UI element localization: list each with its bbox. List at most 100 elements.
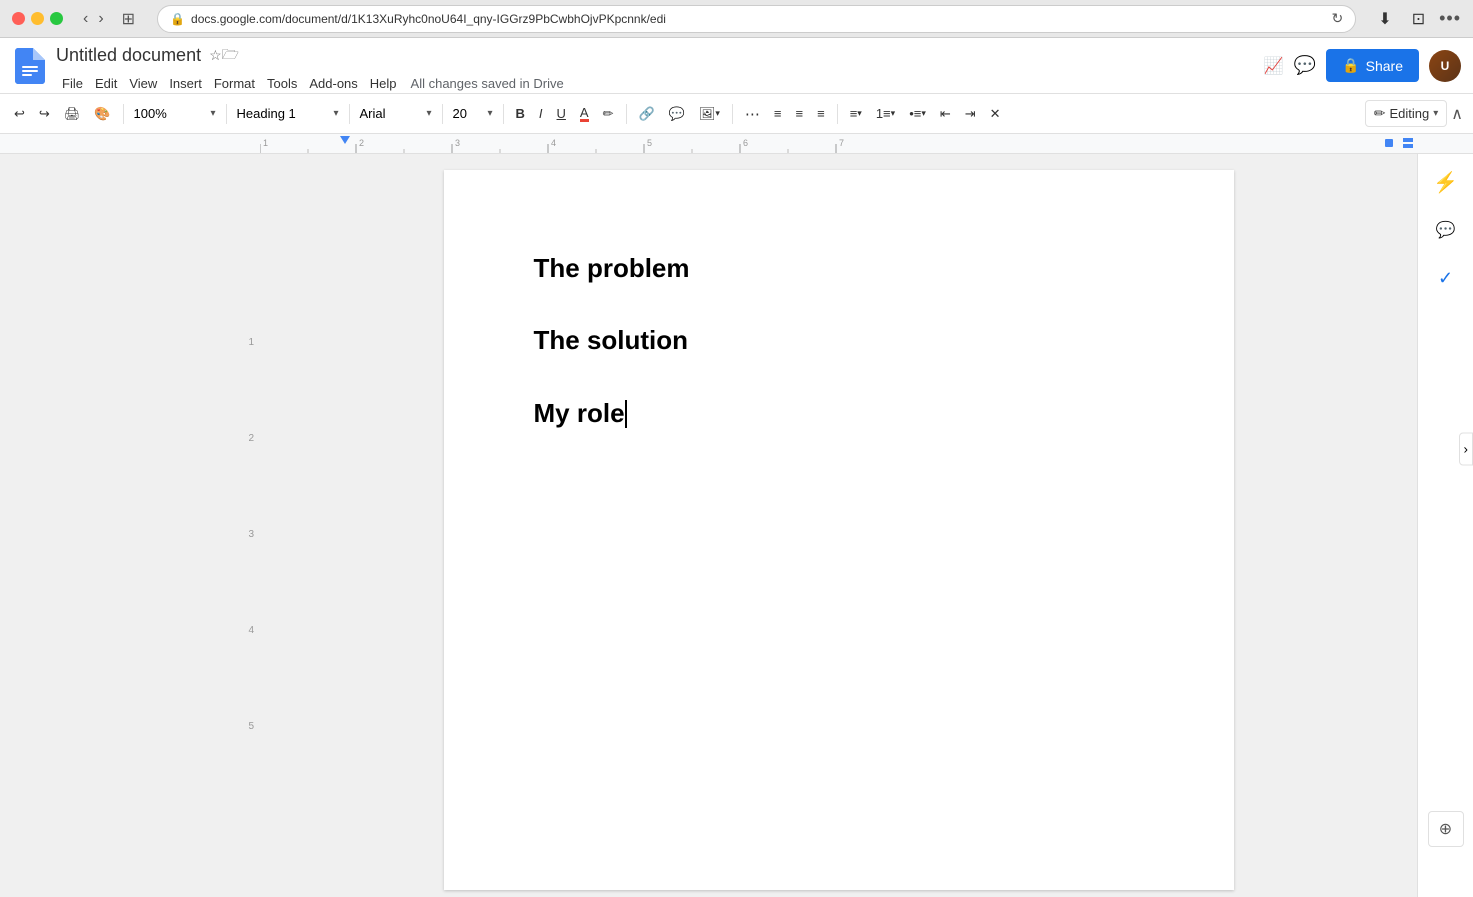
heading-the-solution[interactable]: The solution xyxy=(534,322,1144,358)
download-button[interactable]: ⬇ xyxy=(1372,5,1397,33)
align-right-button[interactable]: ≡ xyxy=(790,102,810,125)
insert-comment-button[interactable]: 💬 xyxy=(663,102,691,126)
align-justify-button[interactable]: ≡ xyxy=(811,102,831,125)
fullscreen-button[interactable]: ⊡ xyxy=(1406,5,1431,33)
list-unordered-button[interactable]: •≡▾ xyxy=(903,102,932,125)
add-panel-button[interactable]: ⊕ xyxy=(1428,811,1464,847)
separator-5 xyxy=(503,104,504,124)
list-ordered-button[interactable]: 1≡▾ xyxy=(870,102,901,125)
refresh-button[interactable]: ↻ xyxy=(1332,10,1344,27)
undo-button[interactable]: ↩ xyxy=(8,102,31,126)
align-left-button[interactable]: ⋯ xyxy=(739,101,766,127)
heading-the-problem[interactable]: The problem xyxy=(534,250,1144,286)
smart-canvas-icon: ⚡ xyxy=(1433,170,1458,195)
separator-3 xyxy=(349,104,350,124)
right-sidebar: ⚡ 💬 ✓ ⊕ xyxy=(1417,154,1473,897)
menu-file[interactable]: File xyxy=(56,74,89,93)
editing-mode-label: Editing xyxy=(1390,106,1430,121)
font-size-value: 20 xyxy=(453,106,467,121)
svg-text:1: 1 xyxy=(263,138,268,148)
activity-dashboard-button[interactable]: 📈 xyxy=(1264,56,1284,76)
docs-icon xyxy=(12,48,48,84)
clear-formatting-button[interactable]: ✕ xyxy=(984,102,1007,126)
align-center-button[interactable]: ≡ xyxy=(768,102,788,125)
folder-button[interactable]: 🗁 xyxy=(222,44,239,68)
zoom-dropdown-arrow: ▾ xyxy=(210,108,215,119)
menu-insert[interactable]: Insert xyxy=(163,74,208,93)
menu-edit[interactable]: Edit xyxy=(89,74,123,93)
insert-image-button[interactable]: 🖼▾ xyxy=(693,102,726,126)
text-color-button[interactable]: A xyxy=(574,102,595,126)
expand-panel[interactable]: › xyxy=(1459,432,1473,465)
separator-2 xyxy=(226,104,227,124)
forward-button[interactable]: › xyxy=(94,8,107,30)
url-text: docs.google.com/document/d/1K13XuRyhc0no… xyxy=(191,12,1326,26)
decrease-indent-button[interactable]: ⇤ xyxy=(934,102,957,126)
heading-dropdown-arrow: ▾ xyxy=(333,108,338,119)
underline-button[interactable]: U xyxy=(551,102,572,125)
check-side-button[interactable]: ✓ xyxy=(1426,258,1466,298)
editing-mode-selector[interactable]: ✏ Editing ▾ xyxy=(1365,100,1448,127)
menu-tools[interactable]: Tools xyxy=(261,74,303,93)
menu-help[interactable]: Help xyxy=(364,74,403,93)
font-value: Arial xyxy=(360,106,386,121)
toolbar: ↩ ↪ 🖨 🎨 100% ▾ Heading 1 ▾ Arial ▾ 20 ▾ … xyxy=(0,94,1473,134)
doc-title[interactable]: Untitled document xyxy=(56,45,201,66)
avatar[interactable]: U xyxy=(1429,50,1461,82)
menu-addons[interactable]: Add-ons xyxy=(303,74,363,93)
collapse-toolbar-button[interactable]: ∧ xyxy=(1449,102,1465,126)
star-button[interactable]: ☆ xyxy=(209,47,222,64)
window-layout-button[interactable]: ⊞ xyxy=(116,5,141,33)
comments-side-button[interactable]: 💬 xyxy=(1426,210,1466,250)
comments-button[interactable]: 💬 xyxy=(1294,55,1316,76)
separator-6 xyxy=(626,104,627,124)
title-bar: ‹ › ⊞ 🔒 docs.google.com/document/d/1K13X… xyxy=(0,0,1473,38)
separator-7 xyxy=(732,104,733,124)
redo-button[interactable]: ↪ xyxy=(33,102,56,126)
svg-text:7: 7 xyxy=(839,138,844,148)
check-side-icon: ✓ xyxy=(1438,268,1453,289)
saved-status: All changes saved in Drive xyxy=(411,76,564,91)
heading-selector[interactable]: Heading 1 ▾ xyxy=(233,103,343,124)
minimize-button[interactable] xyxy=(31,12,44,25)
increase-indent-button[interactable]: ⇥ xyxy=(959,102,982,126)
line-spacing-button[interactable]: ≡▾ xyxy=(844,102,868,125)
zoom-selector[interactable]: 100% ▾ xyxy=(130,103,220,124)
font-size-dropdown-arrow: ▾ xyxy=(487,108,492,119)
address-bar[interactable]: 🔒 docs.google.com/document/d/1K13XuRyhc0… xyxy=(157,5,1356,33)
share-button[interactable]: 🔒 Share xyxy=(1326,49,1419,82)
separator-4 xyxy=(442,104,443,124)
separator-1 xyxy=(123,104,124,124)
font-size-selector[interactable]: 20 ▾ xyxy=(449,103,497,124)
close-button[interactable] xyxy=(12,12,25,25)
heading-my-role[interactable]: My role xyxy=(534,395,1144,431)
zoom-value: 100% xyxy=(134,106,167,121)
italic-button[interactable]: I xyxy=(533,102,549,125)
text-color-icon: A xyxy=(580,106,589,122)
print-button[interactable]: 🖨 xyxy=(58,102,87,126)
bold-button[interactable]: B xyxy=(510,102,531,125)
maximize-button[interactable] xyxy=(50,12,63,25)
line-number-2: 2 xyxy=(248,350,254,446)
browser-menu-button[interactable]: ••• xyxy=(1439,8,1461,29)
smart-canvas-button[interactable]: ⚡ xyxy=(1426,162,1466,202)
heading-text-1: The problem xyxy=(534,253,690,283)
insert-link-button[interactable]: 🔗 xyxy=(633,102,661,126)
paint-format-button[interactable]: 🎨 xyxy=(88,102,116,126)
expand-panel-button[interactable]: › xyxy=(1459,432,1473,465)
lock-share-icon: 🔒 xyxy=(1342,57,1359,74)
expand-chevron-icon: › xyxy=(1464,441,1468,456)
comments-side-icon: 💬 xyxy=(1436,220,1456,240)
document-area[interactable]: The problem The solution My role xyxy=(260,154,1417,897)
ruler-inner: 1 2 3 4 5 6 7 xyxy=(260,134,1413,153)
back-button[interactable]: ‹ xyxy=(79,8,92,30)
traffic-lights xyxy=(12,12,63,25)
document-page[interactable]: The problem The solution My role xyxy=(444,170,1234,890)
highlight-button[interactable]: ✏ xyxy=(597,102,620,126)
menu-format[interactable]: Format xyxy=(208,74,261,93)
svg-text:6: 6 xyxy=(743,138,748,148)
editing-mode-arrow: ▾ xyxy=(1433,108,1438,119)
font-selector[interactable]: Arial ▾ xyxy=(356,103,436,124)
doc-title-area: Untitled document ☆ 🗁 File Edit View Ins… xyxy=(56,38,1256,94)
menu-view[interactable]: View xyxy=(123,74,163,93)
